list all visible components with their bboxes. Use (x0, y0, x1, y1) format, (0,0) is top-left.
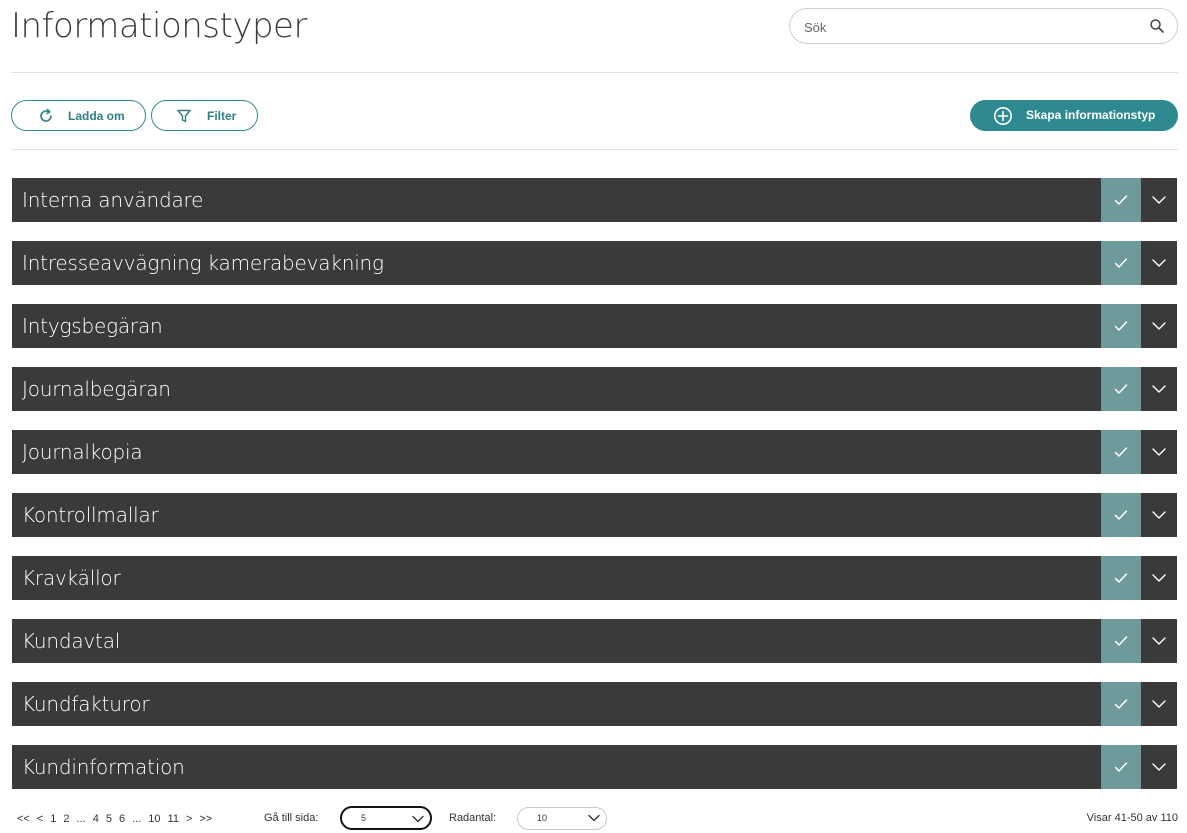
chevron-down-icon (1152, 511, 1166, 519)
filter-icon (177, 109, 191, 123)
check-icon (1114, 321, 1128, 331)
reload-label: Ladda om (68, 109, 125, 123)
rows-per-page-value: 10 (537, 813, 548, 823)
check-icon (1114, 384, 1128, 394)
header-divider (11, 72, 1178, 73)
page-link-4[interactable]: 4 (93, 813, 99, 825)
pagination: << < 1 2 ... 4 5 6 ... 10 11 > >> (17, 812, 219, 826)
list-item-title: Intresseavvägning kamerabevakning (22, 251, 384, 275)
list-item-title: Journalkopia (22, 440, 143, 464)
select-check-button[interactable] (1101, 178, 1141, 222)
last-page-link[interactable]: >> (199, 813, 212, 825)
list-item[interactable]: Intresseavvägning kamerabevakning (12, 241, 1177, 285)
select-check-button[interactable] (1101, 430, 1141, 474)
select-check-button[interactable] (1101, 367, 1141, 411)
list-item-title: Kravkällor (22, 566, 121, 590)
expand-button[interactable] (1141, 682, 1177, 726)
reload-icon (40, 108, 52, 122)
expand-button[interactable] (1141, 367, 1177, 411)
prev-page-link[interactable]: < (37, 813, 43, 825)
select-check-button[interactable] (1101, 241, 1141, 285)
goto-page-select[interactable]: 5 (340, 806, 432, 830)
goto-page-label: Gå till sida: (264, 812, 319, 824)
page-link-5[interactable]: 5 (106, 813, 112, 825)
expand-button[interactable] (1141, 241, 1177, 285)
list-item[interactable]: Journalkopia (12, 430, 1177, 474)
select-check-button[interactable] (1101, 745, 1141, 789)
list-item[interactable]: Kundinformation (12, 745, 1177, 789)
filter-button[interactable]: Filter (151, 100, 258, 131)
check-icon (1114, 258, 1128, 268)
list-item-title: Journalbegäran (22, 377, 171, 401)
rows-per-page-select[interactable]: 10 (517, 807, 607, 830)
chevron-down-icon (1152, 637, 1166, 645)
check-icon (1114, 510, 1128, 520)
list-item-title: Interna användare (22, 188, 204, 212)
result-range-info: Visar 41-50 av 110 (1086, 812, 1178, 824)
toolbar-divider (11, 149, 1178, 150)
page-link-1[interactable]: 1 (50, 813, 56, 825)
check-icon (1114, 573, 1128, 583)
chevron-down-icon (1152, 385, 1166, 393)
list-item-title: Kundavtal (22, 629, 121, 653)
expand-button[interactable] (1141, 304, 1177, 348)
goto-page-value: 5 (361, 813, 367, 823)
list-item[interactable]: Kravkällor (12, 556, 1177, 600)
page-link-10[interactable]: 10 (148, 813, 160, 825)
page-title: Informationstyper (11, 6, 307, 46)
list-item[interactable]: Kundfakturor (12, 682, 1177, 726)
check-icon (1114, 762, 1128, 772)
list-item-title: Kontrollmallar (22, 503, 159, 527)
chevron-down-icon (1152, 322, 1166, 330)
chevron-down-icon (588, 814, 600, 822)
page-link-6[interactable]: 6 (119, 813, 125, 825)
chevron-down-icon (1152, 763, 1166, 771)
create-information-type-button[interactable]: Skapa informationstyp (970, 100, 1178, 131)
filter-label: Filter (207, 109, 237, 123)
page-link-2[interactable]: 2 (63, 813, 69, 825)
page-ellipsis: ... (132, 813, 142, 825)
next-page-link[interactable]: > (186, 813, 192, 825)
reload-button[interactable]: Ladda om (11, 100, 146, 131)
check-icon (1114, 195, 1128, 205)
expand-button[interactable] (1141, 619, 1177, 663)
select-check-button[interactable] (1101, 619, 1141, 663)
check-icon (1114, 699, 1128, 709)
list-item[interactable]: Intygsbegäran (12, 304, 1177, 348)
first-page-link[interactable]: << (17, 813, 30, 825)
search-input[interactable] (804, 17, 1124, 37)
expand-button[interactable] (1141, 430, 1177, 474)
expand-button[interactable] (1141, 556, 1177, 600)
chevron-down-icon (1152, 259, 1166, 267)
select-check-button[interactable] (1101, 682, 1141, 726)
check-icon (1114, 447, 1128, 457)
list-item[interactable]: Interna användare (12, 178, 1177, 222)
select-check-button[interactable] (1101, 556, 1141, 600)
chevron-down-icon (1152, 448, 1166, 456)
rows-per-page-label: Radantal: (449, 812, 497, 824)
chevron-down-icon (1152, 700, 1166, 708)
list-item[interactable]: Kundavtal (12, 619, 1177, 663)
list-item[interactable]: Journalbegäran (12, 367, 1177, 411)
chevron-down-icon (412, 815, 424, 823)
check-icon (1114, 636, 1128, 646)
expand-button[interactable] (1141, 493, 1177, 537)
search-box[interactable] (789, 8, 1178, 44)
page-ellipsis: ... (76, 813, 86, 825)
list-item-title: Kundinformation (22, 755, 185, 779)
search-icon[interactable] (1149, 18, 1165, 34)
information-type-list: Interna användare Intresseavvägning kame… (12, 178, 1177, 808)
list-item[interactable]: Kontrollmallar (12, 493, 1177, 537)
select-check-button[interactable] (1101, 304, 1141, 348)
plus-circle-icon (994, 107, 1012, 125)
expand-button[interactable] (1141, 178, 1177, 222)
chevron-down-icon (1152, 196, 1166, 204)
list-item-title: Intygsbegäran (22, 314, 163, 338)
expand-button[interactable] (1141, 745, 1177, 789)
chevron-down-icon (1152, 574, 1166, 582)
list-item-title: Kundfakturor (22, 692, 150, 716)
select-check-button[interactable] (1101, 493, 1141, 537)
page-link-11[interactable]: 11 (168, 813, 179, 825)
create-label: Skapa informationstyp (1026, 108, 1156, 122)
